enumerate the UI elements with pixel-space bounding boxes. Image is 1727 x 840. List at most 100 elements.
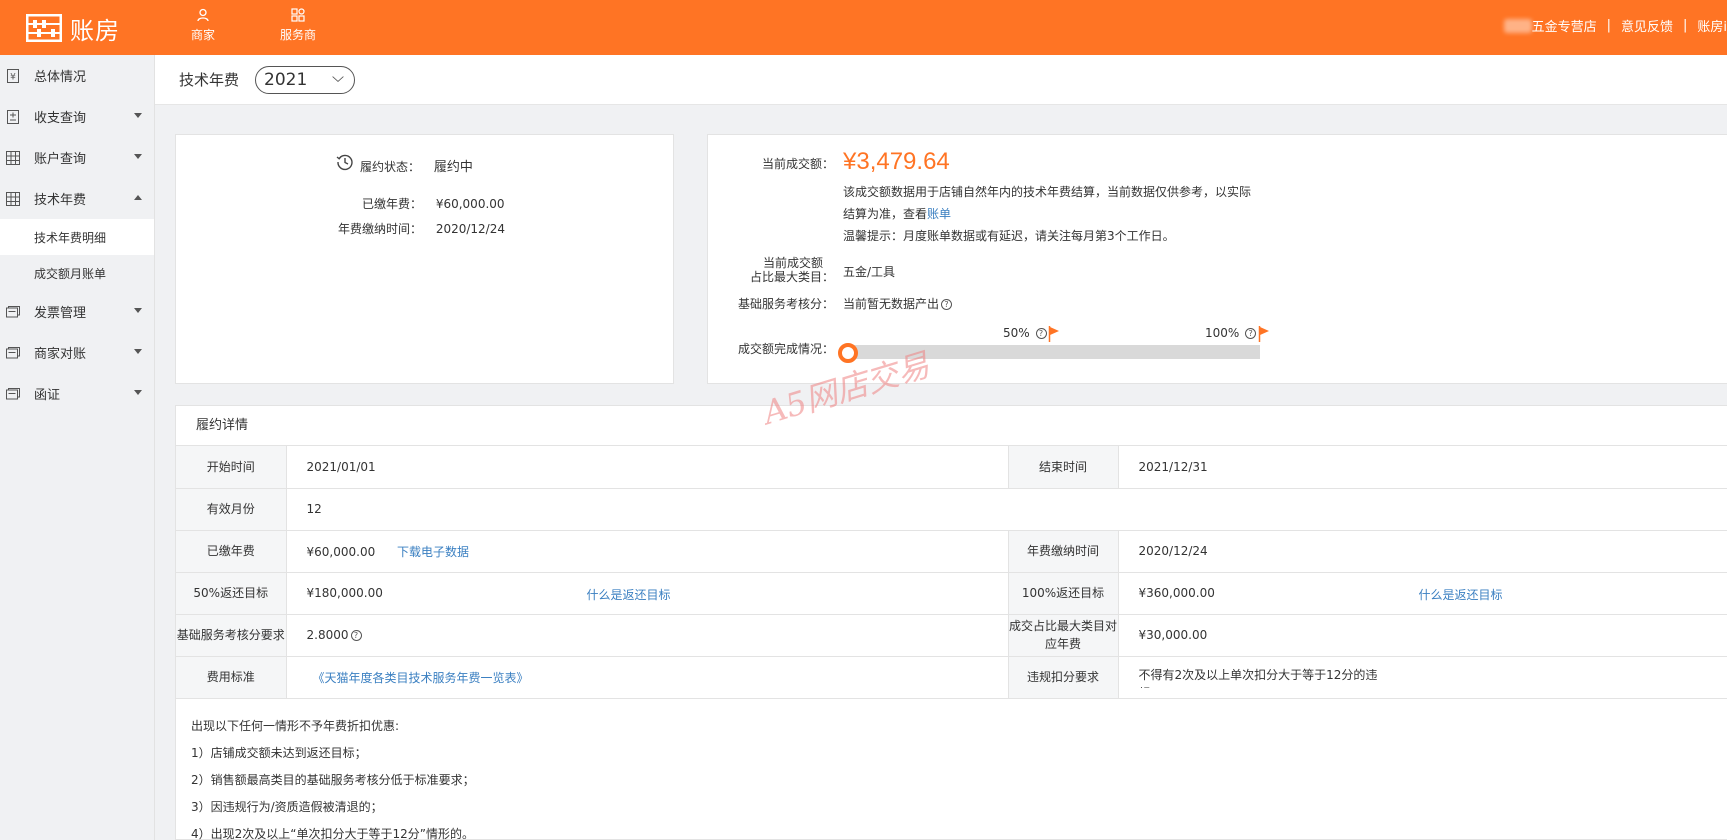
status-row: 履约状态： 履约中 (360, 156, 473, 175)
sidebar-item-tech-fee[interactable]: 技术年费 (0, 178, 154, 219)
what-is-target-link[interactable]: 什么是返还目标 (587, 586, 671, 603)
flag-icon (1258, 326, 1269, 342)
paid-fee-value: ¥60,000.00 (306, 544, 376, 559)
sidebar-item-label: 技术年费 (34, 193, 87, 208)
topnav-provider-label: 服务商 (279, 28, 316, 42)
bill-link[interactable]: 账单 (927, 207, 951, 221)
avatar[interactable] (1503, 18, 1532, 33)
sidebar: ¥ 总体情况 收支查询 账户查询 技术年费 技术年费明细 成交额月账单 发票管理… (0, 55, 155, 840)
table-row: 开始时间 2021/01/01 结束时间 2021/12/31 (176, 446, 1727, 489)
abacus-logo-icon (26, 14, 62, 42)
paid-fee-row: 已缴年费： ¥60,000.00 (176, 195, 505, 212)
shop-name-link[interactable]: 五金专营店 (1532, 16, 1597, 35)
grid-icon (291, 8, 305, 22)
sidebar-item-account[interactable]: 账户查询 (0, 137, 154, 178)
what-is-target-link[interactable]: 什么是返还目标 (1419, 586, 1503, 603)
progress-row: 成交额完成情况： (708, 340, 834, 357)
zhangfang-link[interactable]: 账房i (1697, 16, 1727, 35)
help-icon[interactable]: ? (1245, 328, 1257, 339)
sidebar-item-income-expense[interactable]: 收支查询 (0, 96, 154, 137)
category-value: 五金/工具 (843, 265, 896, 279)
score-requirement-value: 2.8000 (306, 628, 349, 642)
table-row: 基础服务考核分要求 2.8000? 成交占比最大类目对应年费 ¥30,000.0… (176, 614, 1727, 657)
table-row: 费用标准 《天猫年度各类目技术服务年费一览表》 违规扣分要求 不得有2次及以上单… (176, 656, 1727, 699)
ticket-icon (6, 305, 20, 317)
help-icon[interactable]: ? (1035, 328, 1047, 339)
details-title: 履约详情 (176, 406, 1727, 446)
category-label-line1: 当前成交额 (762, 256, 823, 270)
trade-amount-row: 当前成交额： (708, 155, 834, 172)
service-score-value: 当前暂无数据产出 (843, 297, 940, 311)
sidebar-item-label: 账户查询 (34, 152, 87, 167)
year-select[interactable]: 2021 (255, 65, 356, 94)
trade-amount-label: 当前成交额： (761, 157, 834, 171)
table-row: 有效月份 12 (176, 488, 1727, 531)
paid-fee-label: 已缴年费 (176, 530, 287, 573)
sidebar-item-label: 函证 (34, 388, 61, 403)
feedback-link[interactable]: 意见反馈 (1621, 16, 1673, 35)
start-time-label: 开始时间 (176, 446, 287, 489)
trade-note-line2: 结算为准，查看 (843, 207, 928, 221)
start-time-value: 2021/01/01 (286, 446, 1008, 489)
paid-fee-label: 已缴年费： (361, 197, 422, 211)
app-title: 账房 (70, 16, 120, 45)
topnav-merchant[interactable]: 商家 (173, 8, 233, 43)
milestone-100-text: 100% (1205, 326, 1240, 340)
rule-item: 1）店铺成交额未达到返还目标； (191, 745, 367, 760)
help-icon[interactable]: ? (350, 630, 362, 641)
caret-up-icon (134, 195, 142, 200)
target-100-label: 100%返还目标 (1007, 572, 1119, 615)
sidebar-sub-label: 技术年费明细 (34, 230, 107, 245)
details-panel: 履约详情 开始时间 2021/01/01 结束时间 2021/12/31 有效月… (175, 405, 1727, 840)
flag-icon (1048, 326, 1059, 342)
target-50-label: 50%返还目标 (176, 572, 287, 615)
sidebar-item-label: 收支查询 (34, 111, 87, 126)
trade-note-line3: 温馨提示：月度账单数据或有延迟，请关注每月第3个工作日。 (843, 229, 1175, 243)
rules-list: 出现以下任何一情形不予年费折扣优惠: 1）店铺成交额未达到返还目标； 2）销售额… (176, 699, 1727, 840)
trade-note: 该成交额数据用于店铺自然年内的技术年费结算，当前数据仅供参考，以实际 结算为准，… (843, 181, 1263, 247)
paid-time-value: 2020/12/24 (1118, 530, 1727, 573)
topbar-right-links: 五金专营店 | 意见反馈 | 账房i (1503, 16, 1727, 35)
sidebar-item-invoice[interactable]: 发票管理 (0, 291, 154, 332)
rule-item: 2）销售额最高类目的基础服务考核分低于标准要求； (191, 772, 475, 787)
service-score-row: 基础服务考核分： (708, 295, 834, 312)
fee-standard-link[interactable]: 《天猫年度各类目技术服务年费一览表》 (313, 671, 529, 685)
caret-down-icon (134, 154, 142, 159)
sidebar-item-reconcile[interactable]: 商家对账 (0, 332, 154, 373)
milestone-50-text: 50% (1003, 326, 1030, 340)
progress-knob (838, 343, 858, 363)
yen-doc-icon: ¥ (7, 68, 19, 83)
score-requirement-cell: 2.8000? (286, 614, 1008, 657)
download-data-link[interactable]: 下载电子数据 (397, 545, 469, 559)
trade-note-line2-wrap: 结算为准，查看账单 (843, 203, 1263, 225)
svg-text:¥: ¥ (10, 72, 16, 82)
help-icon[interactable]: ? (941, 299, 953, 310)
table-row: 已缴年费 ¥60,000.00 下载电子数据 年费缴纳时间 2020/12/24 (176, 530, 1727, 573)
caret-down-icon (134, 390, 142, 395)
caret-down-icon (134, 308, 142, 313)
rule-item: 3）因违规行为/资质造假被清退的； (191, 799, 383, 814)
violation-value: 不得有2次及以上单次扣分大于等于12分的违规 (1138, 668, 1378, 688)
category-label-line2: 占比最大类目： (749, 270, 834, 284)
app-logo[interactable]: 账房 (26, 10, 120, 46)
chevron-down-icon (332, 75, 344, 82)
trade-amount-value: ¥3,479.64 (843, 148, 950, 175)
target-50-cell: ¥180,000.00 什么是返还目标 (286, 572, 1008, 615)
trade-note-line1: 该成交额数据用于店铺自然年内的技术年费结算，当前数据仅供参考，以实际 (843, 185, 1252, 199)
sidebar-item-confirmation[interactable]: 函证 (0, 373, 154, 414)
separator: | (1606, 18, 1611, 33)
service-score-value-wrap: 当前暂无数据产出? (843, 295, 953, 312)
target-100-cell: ¥360,000.00 什么是返还目标 (1118, 572, 1727, 615)
sidebar-item-overview[interactable]: ¥ 总体情况 (0, 55, 154, 96)
sidebar-sub-monthly-bill[interactable]: 成交额月账单 (0, 255, 154, 291)
page-header: 技术年费 2021 (155, 55, 1727, 105)
target-100-value: ¥360,000.00 (1138, 586, 1215, 600)
table-row: 50%返还目标 ¥180,000.00 什么是返还目标 100%返还目标 ¥360… (176, 572, 1727, 615)
status-label: 履约状态： (360, 160, 421, 174)
sidebar-sub-tech-fee-detail[interactable]: 技术年费明细 (0, 219, 154, 255)
service-score-label: 基础服务考核分： (737, 297, 834, 311)
topnav-provider[interactable]: 服务商 (268, 8, 328, 43)
paid-fee-value: ¥60,000.00 (435, 197, 505, 211)
ticket-icon (6, 346, 20, 358)
valid-months-value: 12 (286, 488, 1727, 531)
